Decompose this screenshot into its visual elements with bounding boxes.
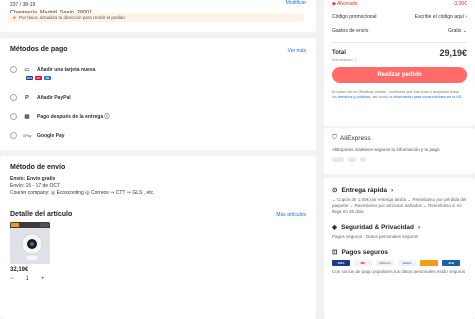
fast-delivery-text: ⌄ Cupón de 1,00€ por entrega tardía ⌄ Re… [332,197,467,214]
item-detail-title: Detalle del artículo [10,211,73,218]
sofort-icon: Sofort [398,260,416,266]
shipping-free: Envío: Envío gratis [10,176,56,182]
address-card: 237 / 38-19 Chapinería, Madrid, Spain, 2… [0,0,316,32]
fast-delivery-heading[interactable]: ⊙ Entrega rápida › [332,186,467,195]
card-logos: VISA MC AE [26,76,51,80]
jcb-icon: JCB [442,260,460,266]
mastercard-icon: MC [35,76,42,80]
payment-methods-card: Métodos de pago Ver más ▭ Añadir una tar… [0,38,316,150]
plus-button[interactable]: + [41,276,45,282]
order-summary-card: ◆ Ahorrado -3,00€ Código promocional Esc… [324,0,475,126]
promo-row[interactable]: Código promocional Escribe el código aqu… [332,14,467,20]
tax-row: IVA incluido ⓘ [332,57,467,63]
eu-info-link[interactable]: información para consumidores en la UE. [393,95,463,99]
address-warning: ● Por favor, actualiza tu dirección para… [8,13,304,22]
option-label: Pago después de la entrega ⓘ [37,114,110,120]
quantity-value: 1 [25,276,29,282]
security-card: ⛉ AliExpress AliExpress mantiene seguros… [324,128,475,174]
payment-option-googlepay[interactable]: GPay Google Pay [10,132,65,139]
terms-link[interactable]: términos y políticas [338,95,371,99]
features-card: ⊙ Entrega rápida › ⌄ Cupón de 1,00€ por … [324,178,475,319]
visa-icon: VISA [26,76,33,80]
radio-button[interactable] [10,94,17,101]
globe-icon [360,157,366,162]
promo-input[interactable]: Escribe el código aquí › [415,14,467,20]
credit-card-icon: ▭ [24,66,30,73]
item-price: 32,19€ [10,267,29,273]
google-pay-icon: GPay [22,133,32,138]
tax-note: IVA incluido ⓘ [332,57,358,62]
security-icons [332,157,467,162]
secure-payments-heading: ⊡ Pagos seguros [332,248,389,257]
info-icon: ● [13,14,17,21]
minus-button[interactable]: − [10,276,14,282]
option-label: Añadir PayPal [37,94,71,101]
payment-logo-icon [420,260,438,266]
paypal-icon: P [25,94,29,101]
check-shield-icon: ◈ [332,224,337,231]
secure-payments-text: Con socios de pago populares tus datos p… [332,269,466,274]
payment-option-paypal[interactable]: P Añadir PayPal [10,94,71,101]
shield-icon: ⛉ [332,134,337,141]
place-order-button[interactable]: Realizar pedido [332,67,467,83]
ship-label: Gastos de envío [332,28,369,34]
modify-address-link[interactable]: Modificar [286,0,306,6]
security-privacy-heading[interactable]: ◈ Seguridad & Privacidad › [332,223,467,232]
brand-name: AliExpress [339,134,371,142]
shipping-title: Método de envío [10,164,66,171]
quantity-stepper: − 1 + [10,276,44,282]
payment-logos: VISA MC Dinners Sofort JCB [332,260,467,266]
saved-value: -3,00€ [452,1,467,7]
radio-button[interactable] [10,132,17,139]
option-label: Google Pay [37,132,65,139]
courier-list: Courier company: ◎ Ecoscooting ◎ Correos… [10,190,155,196]
chevron-right-icon: › [390,186,394,194]
legal-text: Al hacer clic en 'Realizar pedido', conf… [332,90,463,99]
payment-option-card[interactable]: ▭ Añadir una tarjeta nueva [10,66,95,73]
chevron-right-icon: › [465,14,467,20]
security-text: AliExpress mantiene seguros tu informaci… [332,147,440,152]
payment-option-later[interactable]: ▦ Pago después de la entrega ⓘ [10,113,110,120]
radio-button[interactable] [10,66,17,73]
option-label: Añadir una tarjeta nueva [37,66,96,73]
chevron-right-icon: › [417,223,421,231]
shipping-card: Método de envío Envío: Envío gratis Enví… [0,156,316,319]
shipping-dates: Envío: 15 - 17 de OCT [10,183,61,189]
amex-icon: AE [44,76,51,80]
saved-label: ◆ Ahorrado [332,1,358,7]
toggle-icon [332,157,344,162]
total-label: Total [332,50,346,56]
truck-icon: ⊙ [332,187,338,194]
shipping-cost-row: Gastos de envío Gratis ⌄ [332,28,467,34]
radio-button[interactable] [10,113,17,120]
address-line1: 237 / 38-19 [10,2,36,8]
diners-icon: Dinners [376,260,394,266]
lock-icon: ⊡ [332,249,338,256]
security-privacy-text: Pagos seguros · Datos personales seguros [332,234,419,239]
visa-icon: VISA [332,260,350,266]
ship-value[interactable]: Gratis ⌄ [448,28,467,34]
chevron-down-icon: ⌄ [462,28,467,34]
divider [332,42,467,43]
lock-icon [348,157,356,162]
product-image[interactable] [10,222,50,264]
more-articles-link[interactable]: Más artículos [276,212,306,218]
payment-title: Métodos de pago [10,46,68,53]
see-more-link[interactable]: Ver más [288,48,306,54]
saved-row: ◆ Ahorrado -3,00€ [332,1,467,7]
warning-text: Por favor, actualiza tu dirección para r… [19,15,125,20]
calendar-icon: ▦ [24,113,30,120]
mastercard-icon: MC [354,260,372,266]
aliexpress-brand: ⛉ AliExpress [332,134,467,142]
promo-label: Código promocional [332,14,377,20]
